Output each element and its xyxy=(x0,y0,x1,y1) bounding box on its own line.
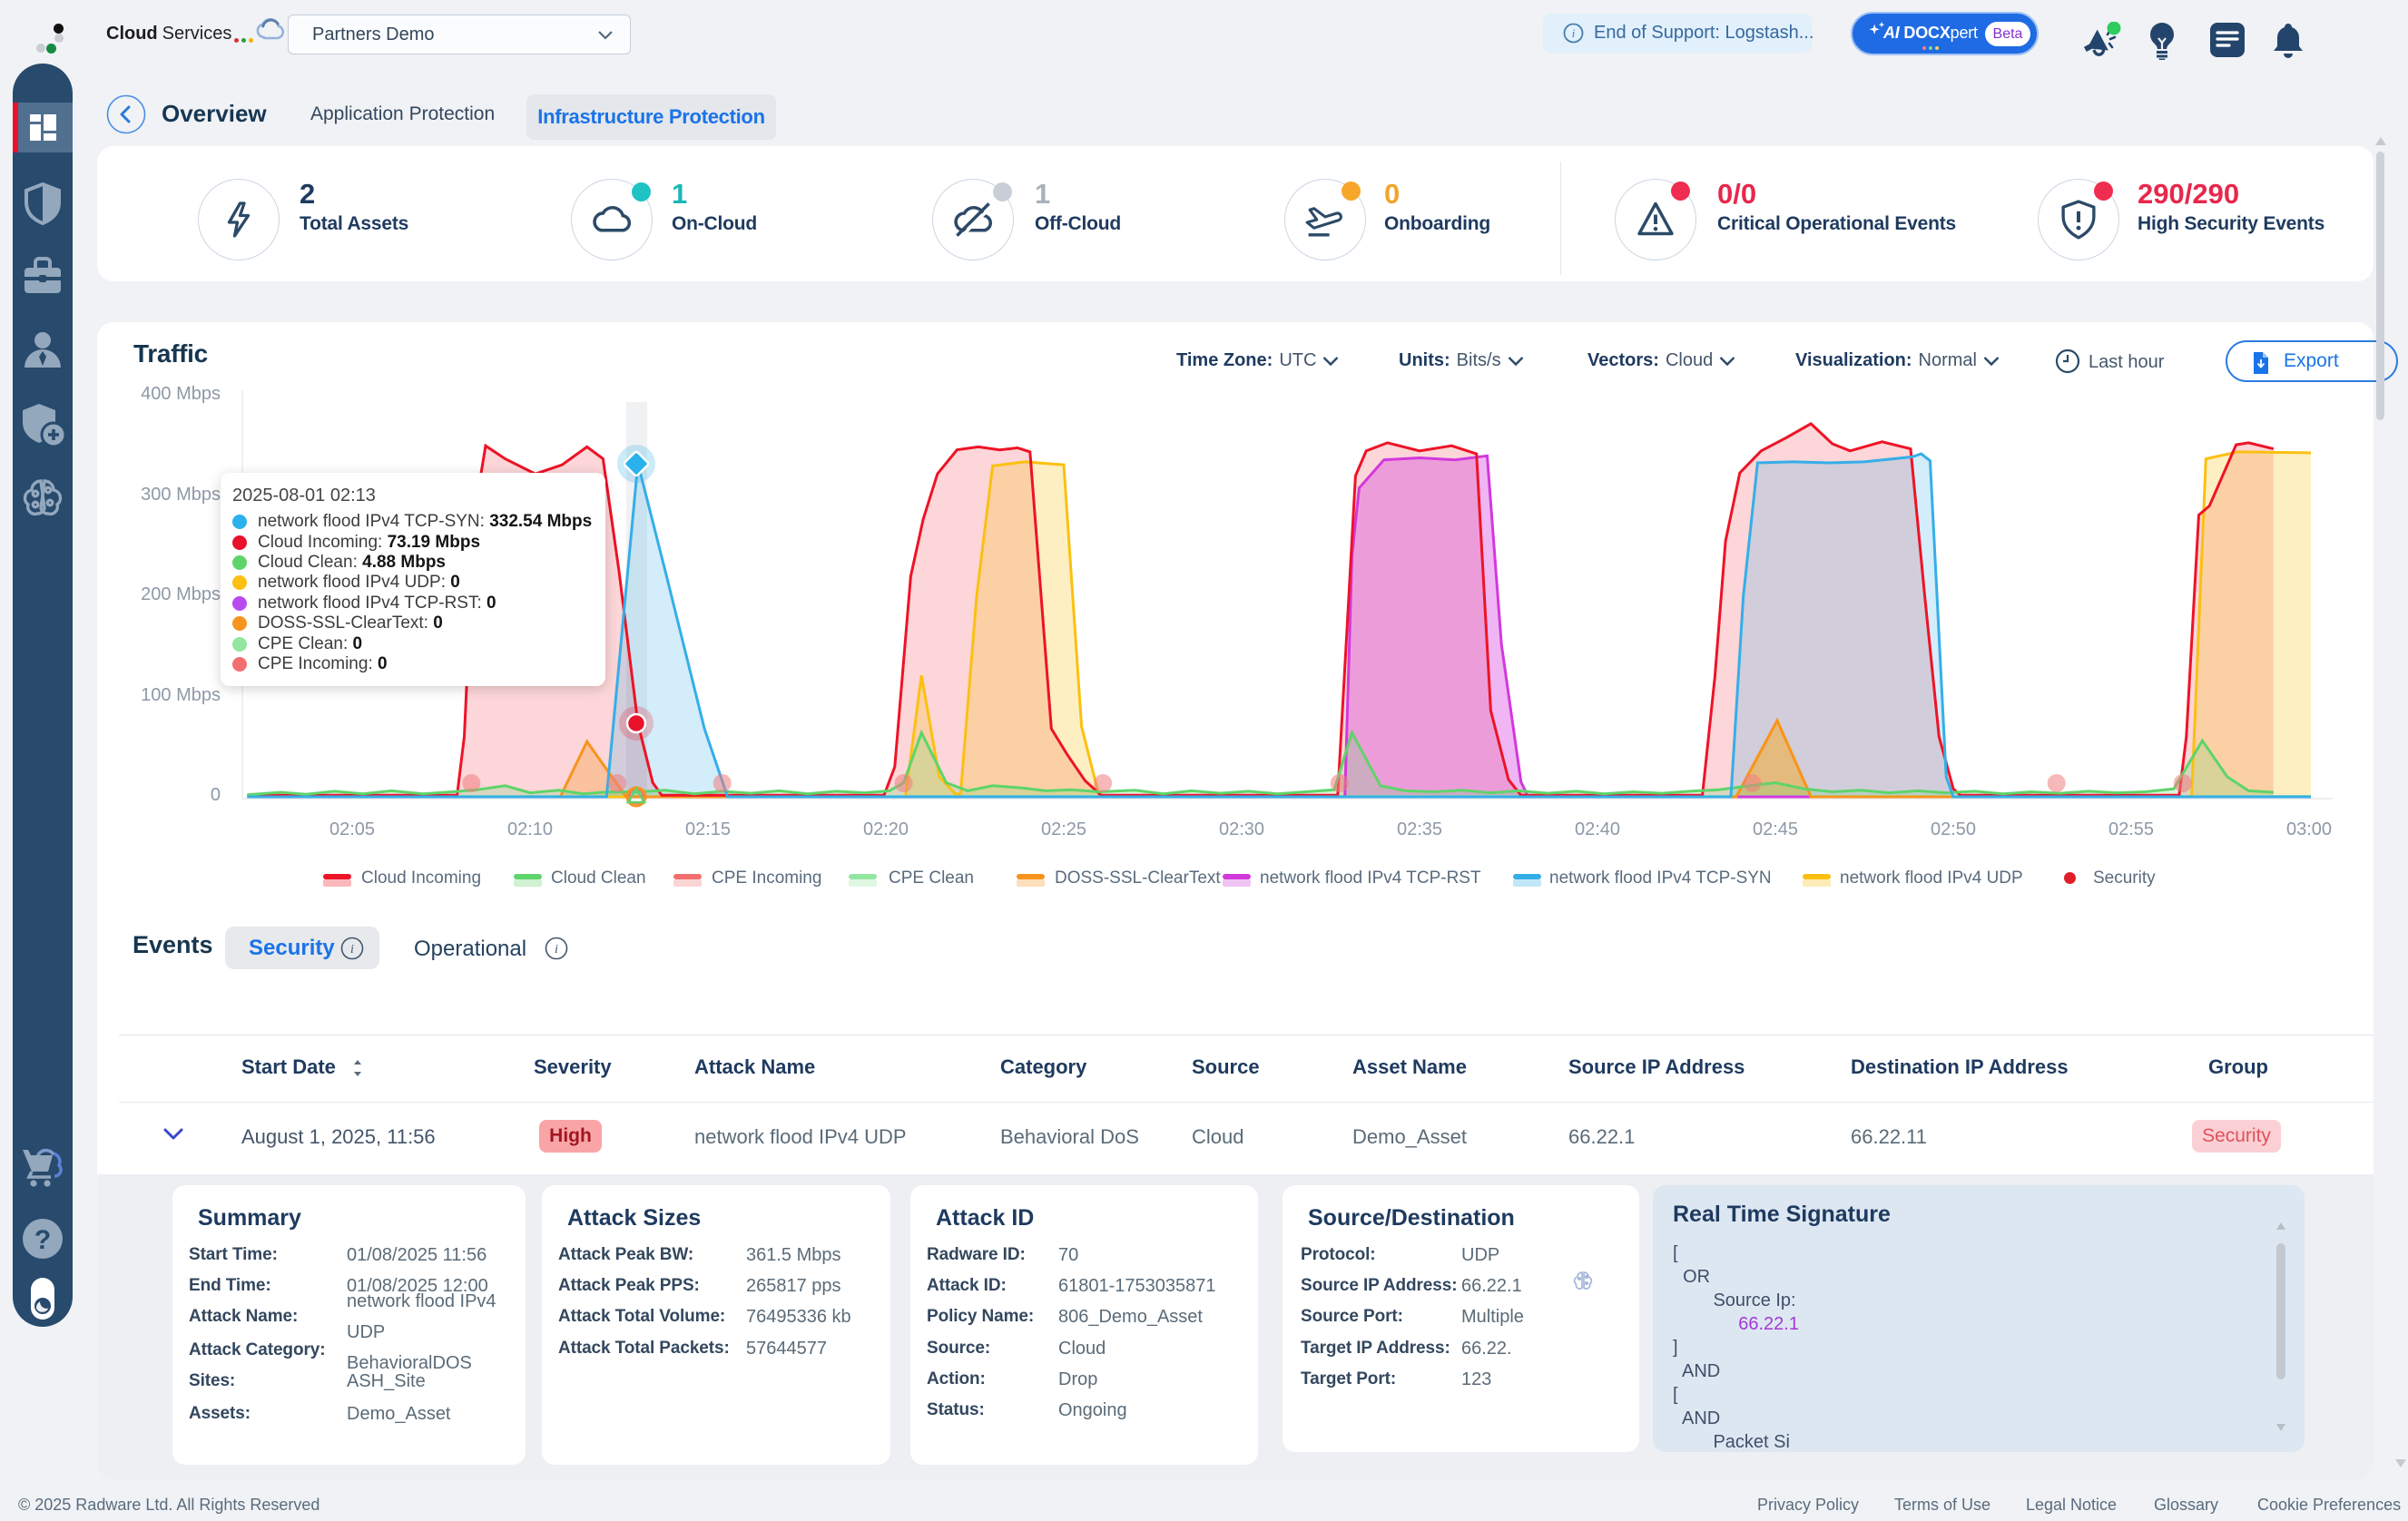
svg-text:i: i xyxy=(555,943,558,957)
svg-text:i: i xyxy=(350,943,354,957)
